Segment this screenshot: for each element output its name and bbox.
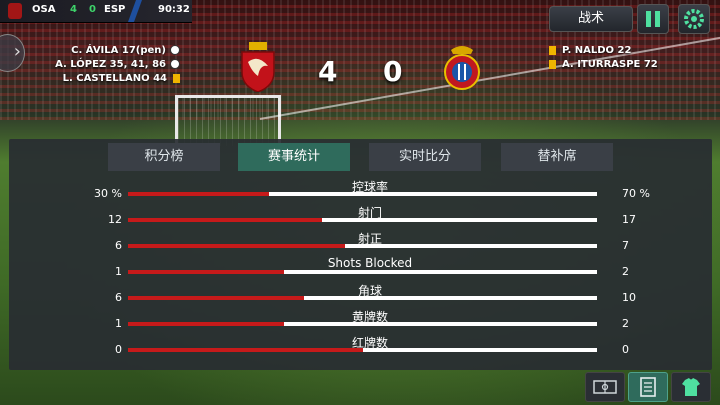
home-event: L. CASTELLANO 44 — [55, 72, 180, 86]
pause-button[interactable] — [637, 4, 669, 34]
stat-home-value: 12 — [108, 213, 122, 226]
stat-label: Shots Blocked — [327, 256, 413, 270]
stat-row-shots-on-target: 射正 6 7 — [0, 230, 720, 256]
event-text: A. ITURRASPE 72 — [562, 59, 658, 70]
yellow-card-icon — [549, 59, 556, 69]
match-clock: 90:32 — [158, 4, 190, 15]
stat-bar — [128, 218, 597, 222]
event-text: C. ÁVILA 17(pen) — [71, 45, 166, 56]
chevron-left-icon: › — [13, 41, 21, 62]
stat-row-red-cards: 红牌数 0 0 — [0, 334, 720, 360]
stat-bar-home — [128, 192, 269, 196]
stat-away-value: 2 — [622, 317, 629, 330]
stat-bar-home — [128, 244, 345, 248]
stat-bar-home — [128, 218, 323, 222]
event-text: L. CASTELLANO 44 — [62, 73, 167, 84]
away-crest-icon — [444, 46, 480, 90]
home-event: A. LÓPEZ 35, 41, 86 — [55, 58, 180, 72]
stat-bar — [128, 244, 597, 248]
stat-away-value: 7 — [622, 239, 629, 252]
tab-bench[interactable]: 替补席 — [501, 143, 613, 171]
away-score-mini: 0 — [89, 4, 96, 15]
stat-row-corners: 角球 6 10 — [0, 282, 720, 308]
pause-icon — [655, 11, 660, 27]
away-team-abbr: ESP — [104, 4, 126, 15]
ball-icon — [170, 59, 180, 69]
pitch-icon — [593, 380, 617, 394]
stat-home-value: 1 — [115, 317, 122, 330]
home-team-abbr: OSA — [32, 4, 56, 15]
event-text: A. LÓPEZ 35, 41, 86 — [55, 59, 166, 70]
stat-away-value: 10 — [622, 291, 636, 304]
tab-match-stats[interactable]: 赛事统计 — [238, 143, 350, 171]
tactics-button[interactable]: 战术 — [549, 6, 633, 32]
settings-button[interactable] — [678, 4, 710, 34]
stat-home-value: 1 — [115, 265, 122, 278]
divider-stripe — [127, 0, 143, 22]
stat-row-possession: 控球率 30 % 70 % — [0, 178, 720, 204]
stat-bar — [128, 322, 597, 326]
stat-away-value: 17 — [622, 213, 636, 226]
away-event: A. ITURRASPE 72 — [549, 58, 658, 72]
away-event: P. NALDO 22 — [549, 44, 658, 58]
stat-row-yellow-cards: 黄牌数 1 2 — [0, 308, 720, 334]
home-score-mini: 4 — [70, 4, 77, 15]
stat-home-value: 6 — [115, 291, 122, 304]
lineup-button[interactable] — [671, 372, 711, 402]
stat-row-shots-blocked: Shots Blocked 1 2 — [0, 256, 720, 282]
shirt-icon — [682, 378, 700, 396]
yellow-card-icon — [173, 73, 180, 83]
stat-row-shots: 射门 12 17 — [0, 204, 720, 230]
stat-bar-home — [128, 322, 285, 326]
stat-home-value: 30 % — [94, 187, 122, 200]
event-text: P. NALDO 22 — [562, 45, 632, 56]
yellow-card-icon — [549, 45, 556, 55]
pause-icon — [646, 11, 651, 27]
stat-away-value: 0 — [622, 343, 629, 356]
away-events: P. NALDO 22 A. ITURRASPE 72 — [549, 44, 658, 72]
tab-standings[interactable]: 积分榜 — [108, 143, 220, 171]
league-logo-icon — [8, 3, 22, 19]
tab-live-scores[interactable]: 实时比分 — [369, 143, 481, 171]
stats-view-button[interactable] — [628, 372, 668, 402]
pitch-view-button[interactable] — [585, 372, 625, 402]
home-crest-icon — [241, 42, 275, 92]
stat-bar-home — [128, 296, 304, 300]
stat-bar — [128, 192, 597, 196]
gear-icon — [684, 9, 704, 29]
stat-home-value: 0 — [115, 343, 122, 356]
clipboard-icon — [640, 377, 656, 397]
mini-scoreboard: OSA 4 0 ESP 90:32 — [0, 0, 192, 23]
home-score: 4 — [318, 55, 338, 88]
stat-bar-home — [128, 348, 363, 352]
home-events: C. ÁVILA 17(pen) A. LÓPEZ 35, 41, 86 L. … — [55, 44, 180, 86]
stat-bar-home — [128, 270, 285, 274]
stat-away-value: 2 — [622, 265, 629, 278]
ball-icon — [170, 45, 180, 55]
stat-bar — [128, 348, 597, 352]
stat-home-value: 6 — [115, 239, 122, 252]
stat-bar — [128, 296, 597, 300]
stat-away-value: 70 % — [622, 187, 650, 200]
home-event: C. ÁVILA 17(pen) — [55, 44, 180, 58]
stat-bar — [128, 270, 597, 274]
away-score: 0 — [383, 55, 403, 88]
